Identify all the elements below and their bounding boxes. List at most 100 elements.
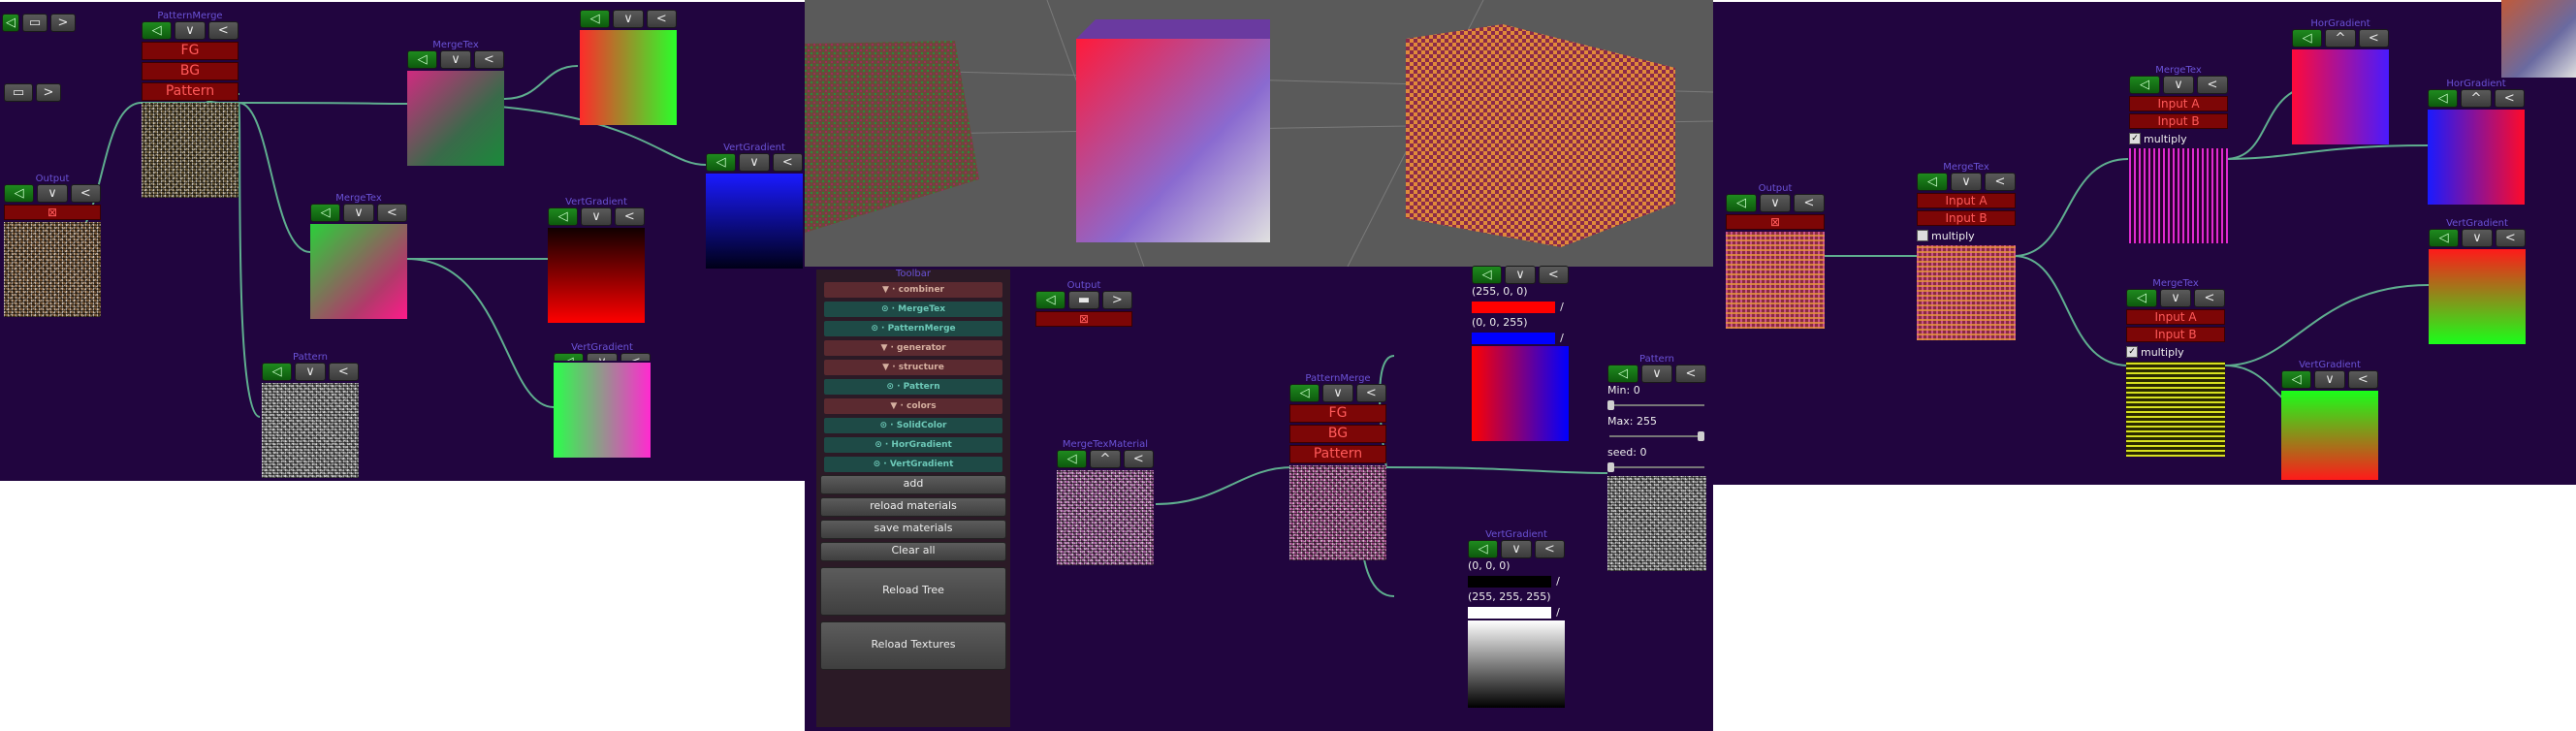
collapse-button[interactable]: ∨ (1641, 365, 1672, 383)
connect-button[interactable]: ◁ (2292, 29, 2323, 48)
back-button[interactable]: < (614, 207, 645, 226)
output-field[interactable]: ⊠ (1726, 214, 1825, 230)
back-button[interactable]: < (1534, 540, 1565, 558)
toolbar-category[interactable]: ▼ · colors (824, 398, 1002, 414)
input-b-field[interactable]: Input B (1917, 210, 2016, 226)
minimize-button[interactable]: ▭ (22, 14, 48, 32)
reload-materials-button[interactable]: reload materials (820, 497, 1006, 517)
collapse-button[interactable]: ∨ (1505, 266, 1536, 284)
reload-textures-button[interactable]: Reload Textures (820, 621, 1006, 670)
collapse-button[interactable]: ∨ (1760, 194, 1791, 212)
reload-tree-button[interactable]: Reload Tree (820, 567, 1006, 616)
connect-button[interactable]: ◁ (554, 353, 585, 361)
input-a-field[interactable]: Input A (2126, 309, 2225, 325)
connect-button[interactable]: ◁ (1472, 266, 1503, 284)
collapse-button[interactable]: ∨ (2462, 229, 2493, 247)
toolbar-node-item[interactable]: ⊙ · HorGradient (824, 437, 1002, 453)
collapse-button[interactable]: ∨ (2160, 289, 2191, 307)
connect-button[interactable]: ◁ (2428, 89, 2459, 108)
back-button[interactable]: < (2197, 76, 2228, 94)
back-button[interactable]: < (772, 153, 803, 172)
back-button[interactable]: < (376, 204, 407, 222)
collapse-button[interactable]: ∨ (1951, 173, 1982, 191)
back-button[interactable]: < (1985, 173, 2016, 191)
connect-button[interactable]: ◁ (1726, 194, 1757, 212)
toolbar-node-item[interactable]: ⊙ · MergeTex (824, 302, 1002, 317)
save-materials-button[interactable]: save materials (820, 520, 1006, 539)
connect-button[interactable]: ◁ (2126, 289, 2157, 307)
toolbar-node-item[interactable]: ⊙ · SolidColor (824, 418, 1002, 433)
bg-input[interactable]: BG (1289, 425, 1386, 443)
input-a-field[interactable]: Input A (2129, 96, 2228, 111)
eyedropper-icon[interactable]: / (1555, 333, 1569, 344)
connect-button[interactable]: ◁ (4, 184, 35, 203)
back-button[interactable]: < (2495, 229, 2526, 247)
output-field[interactable]: ⊠ (4, 205, 101, 220)
input-b-field[interactable]: Input B (2126, 327, 2225, 342)
collapse-button[interactable]: ∨ (2163, 76, 2194, 94)
connect-button[interactable]: ◁ (407, 50, 438, 69)
collapse-button[interactable]: ∨ (739, 153, 770, 172)
seed-slider[interactable] (1607, 462, 1706, 472)
pattern-input[interactable]: Pattern (142, 82, 239, 101)
scene-viewport[interactable] (805, 0, 1713, 267)
fg-input[interactable]: FG (1289, 404, 1386, 423)
minimize-button[interactable]: ▬ (1068, 291, 1099, 309)
fg-input[interactable]: FG (142, 42, 239, 60)
color-b-swatch[interactable]: / (1468, 607, 1565, 619)
connect-button[interactable]: ◁ (2129, 76, 2160, 94)
back-button[interactable]: < (1675, 365, 1706, 383)
collapse-button[interactable]: ∨ (1501, 540, 1532, 558)
eyedropper-icon[interactable]: / (1551, 576, 1565, 588)
clear-all-button[interactable]: Clear all (820, 542, 1006, 561)
back-button[interactable]: < (70, 184, 101, 203)
color-a-swatch[interactable]: / (1468, 576, 1565, 588)
collapse-button[interactable]: ∨ (440, 50, 471, 69)
collapse-button[interactable]: ∨ (175, 21, 206, 40)
collapse-button[interactable]: ∨ (587, 353, 618, 361)
multiply-checkbox[interactable]: multiply (1917, 228, 2016, 243)
collapse-button[interactable]: ∨ (2314, 370, 2345, 389)
min-slider[interactable] (1607, 400, 1706, 410)
expand-button[interactable]: ^ (1090, 450, 1121, 468)
toolbar-node-item[interactable]: ⊙ · VertGradient (824, 457, 1002, 472)
next-button[interactable]: > (1101, 291, 1132, 309)
next-button[interactable]: > (36, 83, 61, 102)
toolbar-node-item[interactable]: ⊙ · PatternMerge (824, 321, 1002, 336)
color-b-swatch[interactable]: / (1472, 333, 1569, 344)
connect-button[interactable]: ◁ (142, 21, 173, 40)
back-button[interactable]: < (646, 10, 677, 28)
multiply-checkbox[interactable]: ✓ multiply (2126, 344, 2225, 360)
eyedropper-icon[interactable]: / (1555, 302, 1569, 313)
connect-button[interactable]: ◁ (580, 10, 611, 28)
back-button[interactable]: < (473, 50, 504, 69)
connect-button[interactable]: ◁ (262, 363, 293, 381)
expand-button[interactable]: ^ (2461, 89, 2492, 108)
connect-button[interactable]: ◁ (1917, 173, 1948, 191)
input-a-field[interactable]: Input A (1917, 193, 2016, 208)
back-button[interactable]: < (2494, 89, 2525, 108)
toolbar-category[interactable]: ▼ · combiner (824, 282, 1002, 298)
back-button[interactable]: < (1794, 194, 1825, 212)
back-button[interactable]: < (1123, 450, 1154, 468)
back-button[interactable]: < (2358, 29, 2389, 48)
back-button[interactable]: < (2347, 370, 2378, 389)
back-button[interactable]: < (2194, 289, 2225, 307)
bg-input[interactable]: BG (142, 62, 239, 80)
input-b-field[interactable]: Input B (2129, 113, 2228, 129)
add-button[interactable]: add (820, 475, 1006, 494)
collapse-button[interactable]: ∨ (295, 363, 326, 381)
color-a-swatch[interactable]: / (1472, 302, 1569, 313)
toolbar-node-item[interactable]: ⊙ · Pattern (824, 379, 1002, 395)
output-field[interactable]: ⊠ (1035, 311, 1132, 327)
max-slider[interactable] (1607, 431, 1706, 441)
back-button[interactable]: < (328, 363, 359, 381)
connect-button[interactable]: ◁ (1468, 540, 1499, 558)
connect-button[interactable]: ◁ (1035, 291, 1066, 309)
minimize-button[interactable]: ▭ (4, 83, 33, 102)
connect-button[interactable]: ◁ (2429, 229, 2460, 247)
collapse-button[interactable]: ∨ (613, 10, 644, 28)
back-button[interactable]: < (1355, 384, 1386, 402)
expand-button[interactable]: ^ (2325, 29, 2356, 48)
back-button[interactable]: < (207, 21, 239, 40)
